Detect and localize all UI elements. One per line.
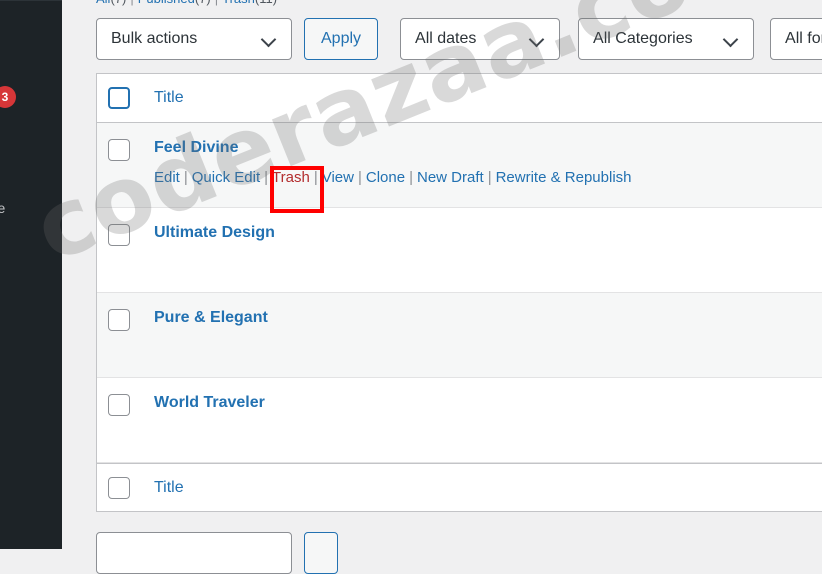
apply-button-top[interactable]: Apply: [304, 18, 379, 60]
row-action-separator: |: [313, 169, 318, 186]
status-separator-1: |: [130, 0, 133, 6]
table-row: World Traveler: [97, 378, 822, 463]
table-footer-row: Title: [97, 463, 822, 512]
posts-list-content: All(7)|Published(7)|Trash(11) Bulk actio…: [70, 0, 822, 574]
date-filter-select[interactable]: All dates: [400, 18, 561, 60]
category-filter-select-label: All Categories: [593, 30, 693, 47]
row-checkbox[interactable]: [108, 394, 130, 416]
row-checkbox[interactable]: [108, 139, 130, 161]
posts-table: Title Feel Divine Edit | Quick Edit | Trash |…: [96, 73, 822, 512]
row-action-separator: |: [183, 169, 188, 186]
row-checkbox[interactable]: [108, 309, 130, 331]
row-action-rewrite-republish[interactable]: Rewrite & Republish: [496, 169, 632, 186]
row-action-separator: |: [409, 169, 413, 186]
status-link-all[interactable]: All: [96, 0, 110, 6]
column-footer-title[interactable]: Title: [154, 479, 184, 496]
chevron-down-icon: [261, 31, 277, 47]
post-status-filter-links: All(7)|Published(7)|Trash(11): [96, 0, 277, 6]
table-navigation-bottom: [96, 532, 338, 574]
category-filter-select[interactable]: All Categories: [578, 18, 755, 60]
sidebar-gutter: [62, 0, 70, 549]
status-count-published: (7): [195, 0, 211, 6]
row-action-edit[interactable]: Edit: [154, 169, 180, 186]
bulk-actions-select-top[interactable]: Bulk actions: [96, 18, 292, 60]
table-footer-title-cell: Title: [154, 479, 184, 497]
status-link-trash[interactable]: Trash: [222, 0, 255, 6]
post-title-link[interactable]: Pure & Elegant: [154, 307, 268, 329]
bulk-actions-select-bottom[interactable]: [96, 532, 292, 574]
table-row: Pure & Elegant: [97, 293, 822, 378]
format-filter-select[interactable]: All form: [770, 18, 822, 60]
admin-sidebar: 3 erce: [0, 0, 62, 549]
apply-button-bottom[interactable]: [304, 532, 338, 574]
column-header-title[interactable]: Title: [154, 89, 184, 106]
row-title-cell: Pure & Elegant: [154, 293, 268, 343]
chevron-down-icon: [723, 31, 739, 47]
select-all-checkbox-top[interactable]: [108, 87, 130, 109]
post-title-link[interactable]: World Traveler: [154, 392, 265, 414]
sidebar-item-woocommerce[interactable]: erce: [0, 200, 5, 216]
sidebar-notification-badge[interactable]: 3: [0, 86, 16, 108]
row-title-cell: Feel Divine Edit | Quick Edit | Trash | View | C…: [154, 123, 632, 202]
date-filter-select-label: All dates: [415, 30, 477, 47]
row-action-view[interactable]: View: [322, 169, 354, 186]
row-action-clone[interactable]: Clone: [366, 169, 405, 186]
table-row: Feel Divine Edit | Quick Edit | Trash | View | C…: [97, 123, 822, 208]
status-count-trash: (11): [255, 0, 277, 6]
row-title-cell: Ultimate Design: [154, 208, 275, 258]
table-header-title-cell: Title: [154, 89, 184, 107]
row-action-trash[interactable]: Trash: [272, 169, 310, 186]
row-action-separator: |: [264, 169, 269, 186]
post-title-link[interactable]: Feel Divine: [154, 137, 632, 159]
sidebar-divider: [0, 0, 62, 1]
row-checkbox[interactable]: [108, 224, 130, 246]
status-count-all: (7): [110, 0, 126, 6]
select-all-checkbox-bottom[interactable]: [108, 476, 130, 499]
bulk-actions-select-top-label: Bulk actions: [111, 30, 198, 47]
row-action-new-draft[interactable]: New Draft: [417, 169, 484, 186]
row-action-separator: |: [357, 169, 362, 186]
row-action-separator: |: [487, 169, 492, 186]
table-header-row: Title: [97, 74, 822, 123]
row-action-quick-edit[interactable]: Quick Edit: [192, 169, 260, 186]
row-actions: Edit | Quick Edit | Trash | View | Clone | New Dra…: [154, 168, 632, 188]
chevron-down-icon: [529, 31, 545, 47]
format-filter-select-label: All form: [785, 30, 822, 47]
row-title-cell: World Traveler: [154, 378, 265, 428]
table-row: Ultimate Design: [97, 208, 822, 293]
status-link-published[interactable]: Published: [138, 0, 195, 6]
post-title-link[interactable]: Ultimate Design: [154, 222, 275, 244]
table-navigation-top: Bulk actions Apply All dates All Categor…: [96, 18, 822, 62]
status-separator-2: |: [215, 0, 218, 6]
